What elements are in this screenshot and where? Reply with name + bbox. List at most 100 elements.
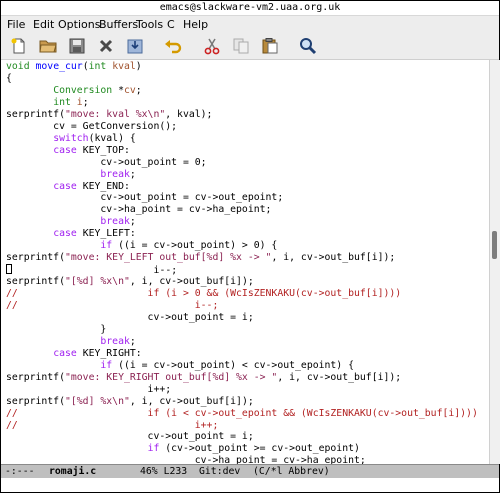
code-token: case [53, 228, 83, 240]
code-line[interactable]: cv->out_point = i; [6, 312, 254, 324]
modeline-status: -:--- [5, 466, 35, 477]
menu-file[interactable]: File [7, 18, 25, 31]
code-line[interactable]: i--; [6, 264, 177, 276]
code-line[interactable]: // i++; [6, 420, 218, 432]
undo-icon[interactable] [163, 37, 183, 55]
code-line[interactable]: serprintf("move: kval %x\n", kval); [6, 109, 212, 121]
code-line[interactable]: // if (i > 0 && (WcIsZENKAKU(cv->out_buf… [6, 288, 401, 300]
code-token: KEY_END: [82, 180, 130, 192]
tool-bar [1, 34, 499, 60]
code-token: ((i = cv->out_point) > 0) { [112, 240, 278, 252]
modeline-vc[interactable]: Git:dev [199, 465, 240, 478]
vertical-scrollbar[interactable] [489, 60, 500, 464]
code-token: , i, cv->out_buf[i]); [129, 395, 254, 407]
code-line[interactable]: cv->out_point = 0; [6, 157, 206, 169]
code-token: KEY_TOP: [82, 144, 130, 156]
code-line[interactable]: serprintf("move: KEY_LEFT out_buf[%d] %x… [6, 252, 395, 264]
modeline-modes[interactable]: (C/*l Abbrev) [253, 465, 330, 478]
code-line[interactable]: serprintf("[%d] %x\n", i, cv->out_buf[i]… [6, 276, 254, 288]
window-title: emacs@slackware-vm2.uaa.org.uk [159, 2, 341, 13]
code-token: cv->ha_point = cv->ha_epoint; [6, 455, 366, 464]
code-line[interactable]: int i; [6, 97, 88, 109]
code-token: KEY_RIGHT: [82, 347, 142, 359]
paste-icon[interactable] [260, 37, 280, 55]
minibuffer[interactable] [1, 478, 499, 492]
save-as-icon[interactable] [125, 37, 145, 55]
code-line[interactable]: case KEY_RIGHT: [6, 347, 142, 360]
code-line[interactable]: cv->ha_point = cv->ha_epoint; [6, 204, 271, 216]
menu-tools[interactable]: Tools [136, 18, 163, 31]
code-line[interactable]: if ((i = cv->out_point) > 0) { [6, 240, 277, 252]
code-editor[interactable]: void move_cur(int kval){ Conversion *cv;… [1, 60, 489, 464]
code-line[interactable]: break; [6, 335, 135, 348]
close-icon[interactable] [96, 37, 116, 55]
code-line[interactable]: break; [6, 216, 135, 228]
code-line[interactable]: switch(kval) { [6, 133, 136, 145]
code-token: if [147, 443, 160, 455]
code-line[interactable]: Conversion *cv; [6, 85, 142, 97]
new-file-icon[interactable] [9, 37, 29, 55]
code-token: (kval) { [88, 132, 136, 144]
modeline-buffer-name[interactable]: romaji.c [49, 465, 96, 478]
cut-icon[interactable] [202, 37, 222, 55]
code-line[interactable]: cv->ha_point = cv->ha_epoint; [6, 455, 366, 464]
code-token: // if (i > 0 && (WcIsZENKAKU(cv->out_buf… [6, 288, 402, 300]
code-token: i--; [12, 265, 178, 277]
code-line[interactable]: if ((i = cv->out_point) < cv->out_epoint… [6, 360, 354, 372]
menu-options[interactable]: Options [58, 18, 100, 31]
code-token: "[%d] %x\n" [64, 276, 130, 288]
code-line[interactable]: serprintf("move: KEY_RIGHT out_buf[%d] %… [6, 372, 401, 384]
code-token: if [100, 240, 113, 252]
code-token: , kval); [165, 108, 213, 120]
code-token: cv->out_point = i; [6, 431, 254, 443]
code-line[interactable]: break; [6, 168, 136, 181]
menu-buffers[interactable]: Buffers [99, 18, 138, 31]
code-line[interactable]: if (cv->out_point >= cv->out_epoint) [6, 443, 360, 455]
save-icon[interactable] [67, 37, 87, 55]
menu-help[interactable]: Help [183, 18, 208, 31]
code-token: cv->ha_point = cv->ha_epoint; [6, 204, 272, 216]
code-token: ; [129, 168, 136, 180]
code-token: case [53, 347, 83, 359]
code-token: "[%d] %x\n" [64, 395, 130, 407]
code-token: switch [53, 132, 89, 144]
code-token: break [100, 216, 130, 228]
menu-c[interactable]: C [167, 18, 175, 31]
code-token: cv->out_point = cv->out_epoint; [6, 192, 284, 204]
code-line[interactable]: cv->out_point = i; [6, 431, 254, 443]
search-icon[interactable] [298, 37, 318, 55]
code-token: kval [112, 61, 136, 72]
code-token: { [6, 72, 12, 84]
code-line[interactable]: cv = GetConversion(); [6, 121, 177, 133]
code-line[interactable]: case KEY_TOP: [6, 145, 130, 157]
open-folder-icon[interactable] [38, 37, 58, 55]
code-token: serprintf( [6, 371, 65, 383]
title-bar[interactable]: emacs@slackware-vm2.uaa.org.uk [1, 1, 499, 16]
copy-icon[interactable] [231, 37, 251, 55]
code-line[interactable]: case KEY_END: [6, 181, 130, 193]
code-line[interactable]: serprintf("[%d] %x\n", i, cv->out_buf[i]… [6, 396, 254, 408]
code-token: serprintf( [6, 252, 65, 264]
code-line[interactable]: case KEY_LEFT: [6, 228, 136, 240]
menu-edit[interactable]: Edit [33, 18, 54, 31]
scrollbar-thumb[interactable] [492, 231, 497, 259]
code-token: break [100, 335, 130, 347]
code-token: ) [135, 61, 142, 72]
code-line[interactable]: // i--; [6, 300, 218, 312]
mode-line: -:--- romaji.c 46% L233 Git:dev (C/*l Ab… [1, 464, 499, 478]
code-line[interactable]: } [6, 324, 106, 336]
code-token: cv->out_point = i; [6, 311, 254, 323]
code-line[interactable]: i++; [6, 384, 172, 396]
code-line[interactable]: void move_cur(int kval) [6, 61, 142, 73]
code-line[interactable]: { [6, 73, 12, 85]
code-line[interactable]: cv->out_point = cv->out_epoint; [6, 192, 283, 204]
code-token: ; [135, 84, 142, 96]
code-line[interactable]: // if (i < cv->out_epoint && (WcIsZENKAK… [6, 408, 478, 420]
code-token: "move: kval %x\n" [64, 108, 166, 120]
